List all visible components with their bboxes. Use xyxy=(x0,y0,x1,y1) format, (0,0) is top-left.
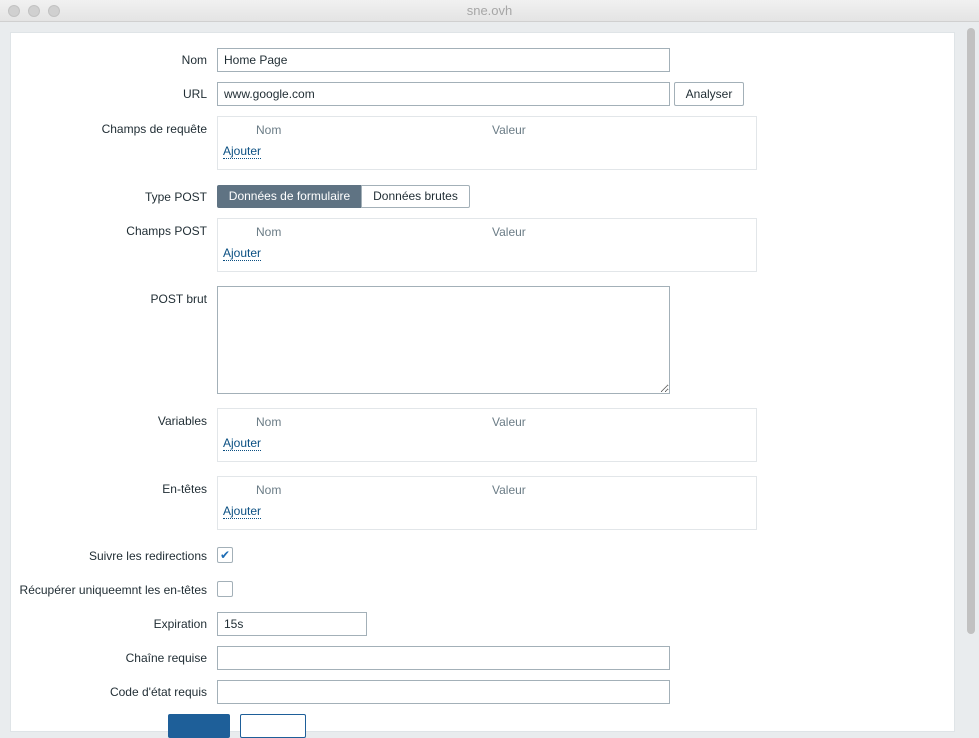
scrollbar[interactable] xyxy=(966,24,976,720)
nom-label: Nom xyxy=(181,53,207,67)
timeout-label: Expiration xyxy=(153,617,207,631)
post-type-label: Type POST xyxy=(144,190,207,204)
add-post-field-link[interactable]: Ajouter xyxy=(223,247,262,261)
column-header-value: Valeur xyxy=(492,123,526,137)
column-header-name: Nom xyxy=(256,225,282,239)
headers-table: Nom Valeur Ajouter xyxy=(217,476,757,530)
add-query-field-link[interactable]: Ajouter xyxy=(223,145,262,159)
column-header-name: Nom xyxy=(256,415,282,429)
zoom-window-button[interactable] xyxy=(48,5,60,17)
window-title: sne.ovh xyxy=(466,3,513,18)
required-status-label: Code d'état requis xyxy=(109,685,207,699)
column-header-value: Valeur xyxy=(492,483,526,497)
post-type-form-data-tab[interactable]: Données de formulaire xyxy=(217,185,362,208)
add-variable-link[interactable]: Ajouter xyxy=(223,437,262,451)
variables-table: Nom Valeur Ajouter xyxy=(217,408,757,462)
add-header-link[interactable]: Ajouter xyxy=(223,505,262,519)
post-type-raw-data-tab[interactable]: Données brutes xyxy=(361,185,470,208)
url-label: URL xyxy=(182,87,207,101)
post-fields-table: Nom Valeur Ajouter xyxy=(217,218,757,272)
column-header-name: Nom xyxy=(256,483,282,497)
secondary-button[interactable] xyxy=(240,714,306,738)
headers-only-checkbox[interactable] xyxy=(217,581,233,597)
timeout-input[interactable] xyxy=(217,612,367,636)
title-bar: sne.ovh xyxy=(0,0,979,22)
variables-label: Variables xyxy=(157,414,207,428)
nom-input[interactable] xyxy=(217,48,670,72)
submit-button[interactable] xyxy=(168,714,230,738)
follow-redirects-label: Suivre les redirections xyxy=(88,549,207,563)
url-input[interactable] xyxy=(217,82,670,106)
headers-label: En-têtes xyxy=(162,482,207,496)
required-string-label: Chaîne requise xyxy=(125,651,207,665)
column-header-value: Valeur xyxy=(492,225,526,239)
headers-only-label: Récupérer uniqueemnt les en-têtes xyxy=(19,583,207,597)
raw-post-textarea[interactable] xyxy=(217,286,670,394)
required-string-input[interactable] xyxy=(217,646,670,670)
follow-redirects-checkbox[interactable]: ✔ xyxy=(217,547,233,563)
raw-post-label: POST brut xyxy=(150,292,207,306)
query-fields-table: Nom Valeur Ajouter xyxy=(217,116,757,170)
minimize-window-button[interactable] xyxy=(28,5,40,17)
column-header-value: Valeur xyxy=(492,415,526,429)
analyze-button[interactable]: Analyser xyxy=(674,82,744,106)
checkmark-icon: ✔ xyxy=(219,548,231,562)
scrollbar-thumb[interactable] xyxy=(967,28,975,634)
required-status-input[interactable] xyxy=(217,680,670,704)
close-window-button[interactable] xyxy=(8,5,20,17)
post-fields-label: Champs POST xyxy=(126,224,207,238)
query-fields-label: Champs de requête xyxy=(101,122,207,136)
column-header-name: Nom xyxy=(256,123,282,137)
